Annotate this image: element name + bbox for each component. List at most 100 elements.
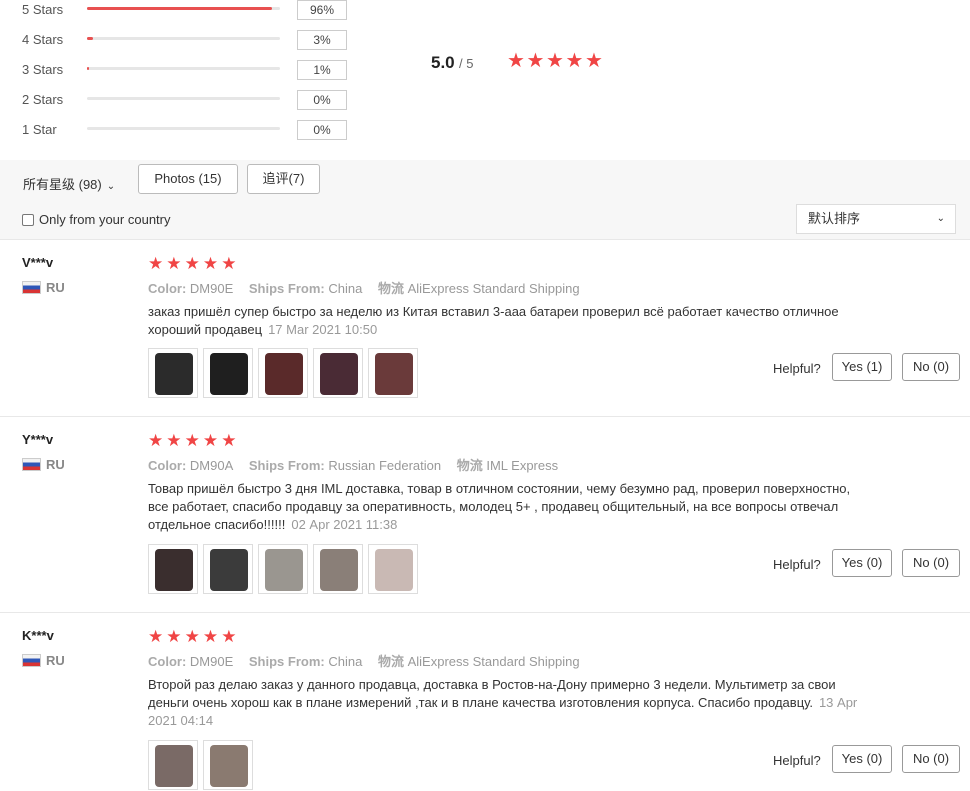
review-card: V***v RU ★ ★ ★ ★ ★ Color: DM90E Ships From: … [0, 239, 970, 416]
rating-row-2[interactable]: 2 Stars 0% [22, 90, 362, 110]
rating-bar-fill [87, 67, 89, 70]
helpful-yes-button[interactable]: Yes (0) [832, 549, 892, 577]
review-photo-thumbnail[interactable] [148, 740, 198, 790]
rating-bar-fill [87, 7, 273, 10]
rating-percent: 0% [297, 120, 347, 140]
russia-flag-icon [22, 281, 41, 294]
additional-reviews-filter-button[interactable]: 追评(7) [247, 164, 320, 194]
review-meta: Color: DM90A Ships From: Russian Federat… [148, 455, 570, 474]
ships-from-key: Ships From: [248, 458, 325, 473]
rating-row-1[interactable]: 1 Star 0% [22, 120, 362, 140]
rating-row-label: 2 Stars [22, 92, 64, 107]
star-icon: ★ [184, 627, 200, 646]
logistics-value: AliExpress Standard Shipping [407, 654, 580, 669]
helpful-yes-button[interactable]: Yes (1) [832, 353, 892, 381]
star-icon: ★ [148, 627, 164, 646]
only-country-label: Only from your country [39, 212, 171, 227]
star-icon: ★ [202, 431, 219, 450]
ships-from-value: China [328, 654, 363, 669]
star-icon: ★ [221, 627, 237, 646]
star-icon: ★ [507, 50, 525, 72]
review-photo-thumbnail[interactable] [148, 348, 198, 398]
photo-image [265, 549, 303, 591]
helpful-yes-button[interactable]: Yes (0) [832, 745, 892, 773]
reviewer-country: RU [22, 280, 65, 295]
review-text: Товар пришёл быстро 3 дня IML доставка, … [148, 480, 858, 534]
helpful-no-button[interactable]: No (0) [902, 745, 960, 773]
only-country-checkbox[interactable] [22, 214, 34, 226]
ships-from-key: Ships From: [248, 281, 325, 296]
helpful-label: Helpful? [773, 557, 821, 572]
review-photo-thumbnail[interactable] [313, 348, 363, 398]
review-body: Второй раз делаю заказ у данного продавц… [148, 677, 836, 710]
star-icon: ★ [546, 50, 564, 72]
review-photo-thumbnail[interactable] [258, 348, 308, 398]
photo-image [210, 353, 248, 395]
review-photo-thumbnail[interactable] [148, 544, 198, 594]
reviewer-country: RU [22, 653, 65, 668]
star-icon: ★ [166, 254, 182, 273]
star-icon: ★ [221, 431, 237, 450]
review-photo-thumbnail[interactable] [313, 544, 363, 594]
star-icon: ★ [184, 431, 200, 450]
rating-summary: 5 Stars 96% 4 Stars 3% 3 Stars 1% 2 Star… [0, 0, 970, 160]
helpful-no-button[interactable]: No (0) [902, 549, 960, 577]
star-icon: ★ [585, 50, 603, 72]
helpful-label: Helpful? [773, 361, 821, 376]
ships-from-value: China [328, 281, 363, 296]
photos-filter-button[interactable]: Photos (15) [138, 164, 238, 194]
rating-bar [87, 7, 280, 10]
sort-select[interactable]: 默认排序 ⌄ [796, 204, 956, 234]
logistics-key: 物流 [377, 654, 404, 669]
photo-image [155, 353, 193, 395]
rating-bar [87, 37, 280, 40]
helpful-label: Helpful? [773, 753, 821, 768]
average-stars: ★★★★★ [507, 51, 605, 71]
photo-image [155, 745, 193, 787]
star-icon: ★ [202, 254, 219, 273]
rating-bar-fill [87, 37, 93, 40]
review-photo-thumbnail[interactable] [203, 544, 253, 594]
review-body: Товар пришёл быстро 3 дня IML доставка, … [148, 481, 851, 532]
photo-image [265, 353, 303, 395]
review-stars: ★ ★ ★ ★ ★ [148, 255, 239, 272]
review-photo-thumbnail[interactable] [368, 348, 418, 398]
rating-percent: 0% [297, 90, 347, 110]
review-photo-thumbnail[interactable] [368, 544, 418, 594]
star-icon: ★ [148, 431, 164, 450]
country-code: RU [46, 280, 65, 295]
rating-row-4[interactable]: 4 Stars 3% [22, 30, 362, 50]
review-photo-thumbnail[interactable] [203, 740, 253, 790]
country-code: RU [46, 653, 65, 668]
helpful-no-button[interactable]: No (0) [902, 353, 960, 381]
rating-percent: 3% [297, 30, 347, 50]
review-photo-thumbnail[interactable] [203, 348, 253, 398]
color-value: DM90E [189, 281, 234, 296]
star-icon: ★ [184, 254, 200, 273]
rating-row-3[interactable]: 3 Stars 1% [22, 60, 362, 80]
reviewer-name: Y***v [22, 432, 54, 447]
logistics-value: AliExpress Standard Shipping [407, 281, 580, 296]
russia-flag-icon [22, 654, 41, 667]
star-filter-dropdown[interactable]: 所有星级 (98) ⌄ [23, 174, 115, 193]
review-photo-thumbnail[interactable] [258, 544, 308, 594]
photo-image [375, 353, 413, 395]
star-icon: ★ [202, 627, 219, 646]
ships-from-key: Ships From: [248, 654, 325, 669]
russia-flag-icon [22, 458, 41, 471]
star-icon: ★ [526, 50, 545, 72]
reviewer-name: K***v [22, 628, 54, 643]
rating-row-label: 3 Stars [22, 62, 64, 77]
only-country-toggle[interactable]: Only from your country [22, 212, 171, 227]
photo-image [210, 549, 248, 591]
rating-row-5[interactable]: 5 Stars 96% [22, 0, 362, 20]
sort-select-value: 默认排序 [808, 211, 861, 226]
rating-bar [87, 127, 280, 130]
score-out-of: / 5 [459, 56, 474, 71]
review-card: K***v RU ★ ★ ★ ★ ★ Color: DM90E Ships From: … [0, 612, 970, 791]
review-date: 17 Mar 2021 10:50 [268, 322, 378, 337]
star-icon: ★ [565, 50, 584, 72]
photo-image [375, 549, 413, 591]
chevron-down-icon: ⌄ [936, 213, 945, 224]
star-filter-label: 所有星级 (98) [23, 177, 102, 192]
